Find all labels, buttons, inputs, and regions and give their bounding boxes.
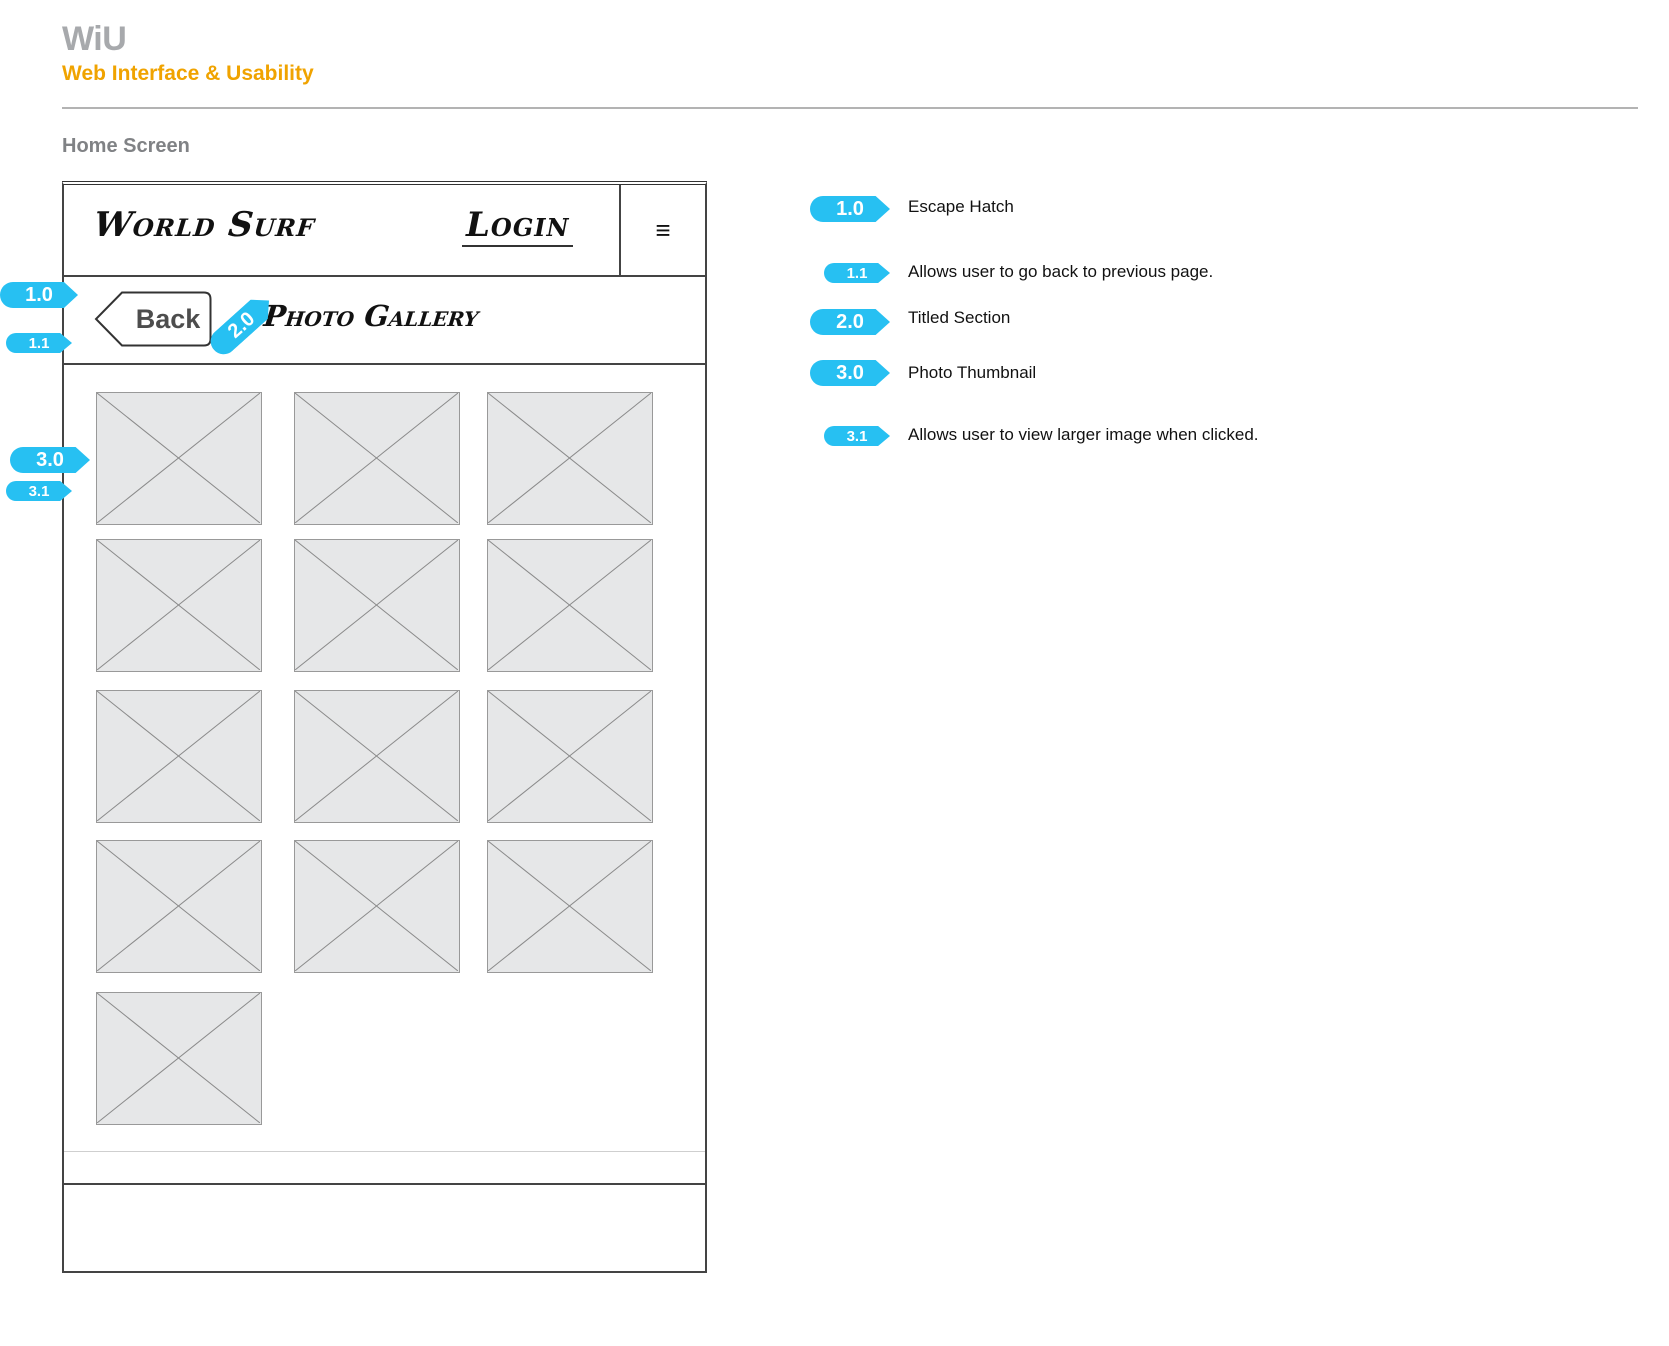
back-button-label: Back: [135, 303, 201, 334]
back-button[interactable]: Back: [94, 291, 212, 347]
image-placeholder-icon: [488, 691, 651, 821]
phone-frame: World Surf Login ≡ Back Photo Gallery: [62, 181, 707, 1273]
legend-text-3-1: Allows user to view larger image when cl…: [908, 425, 1259, 444]
header-divider: [62, 107, 1638, 109]
site-logo[interactable]: World Surf: [92, 205, 317, 245]
image-placeholder-icon: [97, 540, 260, 670]
photo-thumbnail[interactable]: [294, 392, 460, 525]
legend-badge-2-0: 2.0: [810, 309, 890, 335]
callout-3-1: 3.1: [6, 481, 72, 501]
login-link[interactable]: Login: [462, 205, 574, 247]
image-placeholder-icon: [295, 691, 458, 821]
brand-name: WiU: [62, 20, 127, 58]
photo-thumbnail[interactable]: [294, 840, 460, 973]
legend-text-3-0: Photo Thumbnail: [908, 363, 1037, 382]
image-placeholder-icon: [295, 393, 458, 523]
brand-subtitle: Web Interface & Usability: [62, 62, 314, 85]
photo-thumbnail[interactable]: [96, 992, 262, 1125]
photo-thumbnail[interactable]: [294, 690, 460, 823]
callout-1-1: 1.1: [6, 333, 72, 353]
legend-badge-1-1: 1.1: [824, 263, 890, 283]
image-placeholder-icon: [295, 841, 458, 971]
photo-thumbnail[interactable]: [294, 539, 460, 672]
callout-1-0: 1.0: [0, 282, 78, 308]
photo-thumbnail[interactable]: [487, 392, 653, 525]
image-placeholder-icon: [97, 841, 260, 971]
legend-badge-3-1: 3.1: [824, 426, 890, 446]
photo-thumbnail[interactable]: [96, 539, 262, 672]
footer-bar: [64, 1183, 705, 1273]
top-navigation-bar: World Surf Login ≡: [64, 185, 705, 277]
hamburger-menu-icon[interactable]: ≡: [621, 185, 705, 275]
screen-title: Home Screen: [62, 135, 190, 157]
photo-gallery-title: Photo Gallery: [262, 299, 481, 333]
photo-thumbnail[interactable]: [487, 539, 653, 672]
image-placeholder-icon: [488, 841, 651, 971]
image-placeholder-icon: [488, 540, 651, 670]
photo-thumbnail[interactable]: [487, 690, 653, 823]
image-placeholder-icon: [295, 540, 458, 670]
section-title-bar: Back Photo Gallery: [64, 277, 705, 365]
image-placeholder-icon: [97, 393, 260, 523]
legend-text-2-0: Titled Section: [908, 308, 1011, 327]
image-placeholder-icon: [488, 393, 651, 523]
photo-thumbnail[interactable]: [487, 840, 653, 973]
image-placeholder-icon: [97, 691, 260, 821]
legend-badge-3-0: 3.0: [810, 360, 890, 386]
photo-thumbnail[interactable]: [96, 690, 262, 823]
legend-text-1-0: Escape Hatch: [908, 197, 1014, 216]
photo-thumbnail[interactable]: [96, 840, 262, 973]
callout-3-0: 3.0: [10, 447, 90, 473]
image-placeholder-icon: [97, 993, 260, 1123]
footer-divider: [64, 1151, 705, 1152]
legend-badge-1-0: 1.0: [810, 196, 890, 222]
legend-text-1-1: Allows user to go back to previous page.: [908, 262, 1214, 281]
photo-thumbnail[interactable]: [96, 392, 262, 525]
